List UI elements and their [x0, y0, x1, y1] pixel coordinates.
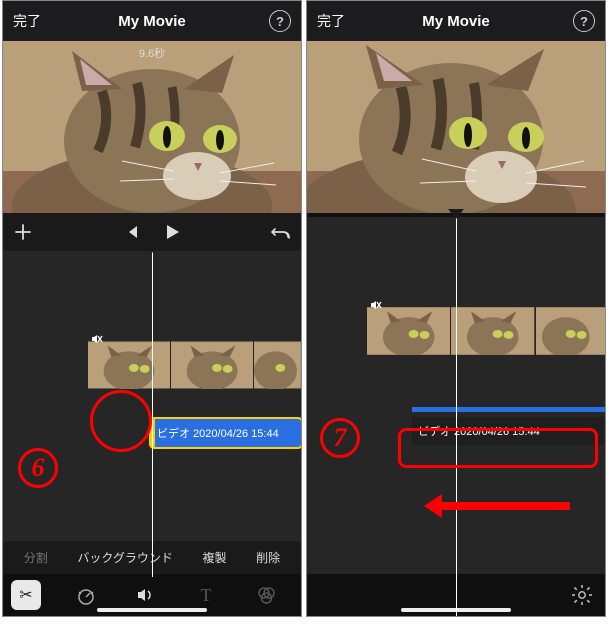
clip-thumbnail[interactable] — [171, 341, 253, 389]
video-preview[interactable]: 9.6秒 — [3, 41, 301, 213]
preview-cat-image — [3, 41, 301, 213]
project-title: My Movie — [422, 13, 490, 30]
scissors-tool-button[interactable]: ✂ — [11, 580, 41, 610]
annotation-highlight-rect — [398, 428, 598, 468]
titles-tool-button[interactable]: T — [191, 580, 221, 610]
mute-icon — [91, 333, 103, 348]
preview-cat-image — [307, 41, 605, 213]
speed-tool-button[interactable] — [71, 580, 101, 610]
clip-thumbnail[interactable] — [451, 307, 534, 355]
duplicate-button[interactable]: 複製 — [203, 549, 227, 566]
audio-clip-label: ビデオ 2020/04/26 15:44 — [157, 425, 279, 441]
volume-tool-button[interactable] — [131, 580, 161, 610]
project-title: My Movie — [118, 13, 186, 30]
timeline[interactable]: ビデオ 2020/04/26 15:44 — [307, 217, 605, 617]
playhead-line[interactable] — [456, 217, 457, 617]
audio-clip[interactable]: ビデオ 2020/04/26 15:44 — [151, 419, 301, 447]
annotation-highlight-circle — [90, 390, 152, 452]
help-button[interactable]: ? — [269, 10, 291, 32]
timeline[interactable]: ビデオ 2020/04/26 15:44 — [3, 251, 301, 577]
video-preview[interactable] — [307, 41, 605, 213]
settings-button[interactable] — [567, 580, 597, 610]
delete-button[interactable]: 削除 — [256, 549, 280, 566]
mute-icon — [370, 299, 382, 314]
split-button[interactable]: 分割 — [24, 549, 48, 566]
annotation-step-number-6: 6 — [18, 448, 58, 488]
undo-button[interactable] — [261, 213, 301, 251]
playhead-line[interactable] — [152, 251, 153, 577]
home-indicator — [97, 608, 207, 612]
annotation-arrow-left — [440, 502, 570, 510]
help-button[interactable]: ? — [573, 10, 595, 32]
video-clip-row[interactable] — [367, 307, 605, 355]
screenshot-step-7: 完了 My Movie ? — [306, 0, 606, 617]
done-button[interactable]: 完了 — [13, 11, 41, 31]
done-button[interactable]: 完了 — [317, 11, 345, 31]
header: 完了 My Movie ? — [3, 1, 301, 41]
clip-thumbnail[interactable] — [254, 341, 301, 389]
background-button[interactable]: バックグラウンド — [77, 549, 173, 566]
clip-thumbnail[interactable] — [367, 307, 450, 355]
screenshot-step-6: 完了 My Movie ? 9.6秒 — [2, 0, 302, 617]
add-media-button[interactable] — [3, 213, 43, 251]
annotation-step-number-7: 7 — [320, 418, 360, 458]
playhead-marker-icon — [448, 209, 464, 219]
clip-duration-label: 9.6秒 — [139, 45, 165, 61]
header: 完了 My Movie ? — [307, 1, 605, 41]
playhead-marker-icon — [144, 243, 160, 253]
clip-thumbnail[interactable] — [88, 341, 170, 389]
clip-thumbnail[interactable] — [536, 307, 605, 355]
filters-tool-button[interactable] — [251, 580, 281, 610]
video-clip-row[interactable] — [88, 341, 301, 389]
audio-waveform-bar[interactable] — [412, 407, 605, 412]
